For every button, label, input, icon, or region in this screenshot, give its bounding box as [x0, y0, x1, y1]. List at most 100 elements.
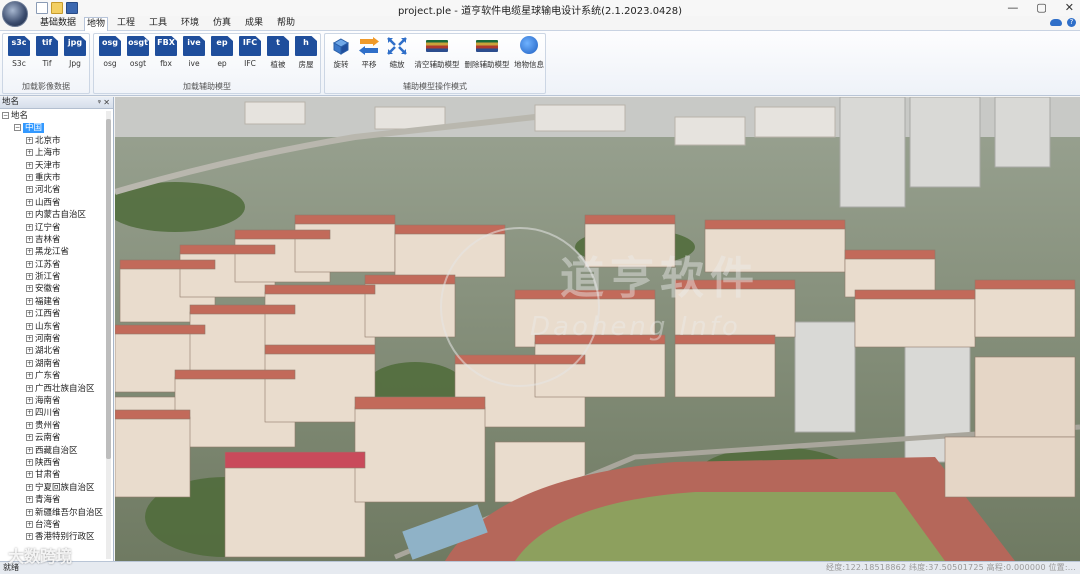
expand-icon[interactable]: + [26, 458, 33, 466]
tree-node-region[interactable]: + 青海省 [0, 494, 106, 506]
tree-node-region[interactable]: + 山西省 [0, 197, 106, 209]
expand-icon[interactable]: + [26, 186, 33, 194]
expand-icon[interactable]: + [26, 434, 33, 442]
expand-icon[interactable]: + [26, 446, 33, 454]
cloud-icon[interactable] [1050, 19, 1062, 26]
tree-node-region[interactable]: + 四川省 [0, 407, 106, 419]
help-icon[interactable]: ? [1067, 18, 1076, 27]
load-ep-button[interactable]: ep ep [208, 36, 236, 70]
feature-info-button[interactable]: 地物信息 [513, 36, 545, 70]
expand-icon[interactable]: + [26, 372, 33, 380]
expand-icon[interactable]: + [26, 520, 33, 528]
tree-node-region[interactable]: + 甘肃省 [0, 469, 106, 481]
tree-node-region[interactable]: + 香港特别行政区 [0, 531, 106, 543]
tree-node-region[interactable]: + 河南省 [0, 333, 106, 345]
expand-icon[interactable]: + [26, 533, 33, 541]
clear-models-button[interactable]: 清空辅助模型 [413, 36, 461, 70]
load-vegetation-button[interactable]: t 植被 [264, 36, 292, 70]
3d-viewport[interactable]: 道亨软件 Daoheng Info [115, 97, 1080, 561]
tree-node-region[interactable]: + 云南省 [0, 432, 106, 444]
tab-results[interactable]: 成果 [240, 17, 268, 31]
tree-node-region[interactable]: + 新疆维吾尔自治区 [0, 507, 106, 519]
tree-node-region[interactable]: + 上海市 [0, 147, 106, 159]
load-ifc-button[interactable]: IFC IFC [236, 36, 264, 70]
delete-model-button[interactable]: 删除辅助模型 [463, 36, 511, 70]
tree-node-region[interactable]: + 内蒙古自治区 [0, 209, 106, 221]
collapse-icon[interactable]: − [14, 124, 21, 132]
expand-icon[interactable]: + [26, 149, 33, 157]
tree-node-region[interactable]: + 陕西省 [0, 457, 106, 469]
tree-node-region[interactable]: + 河北省 [0, 184, 106, 196]
load-house-button[interactable]: h 房屋 [292, 36, 320, 70]
tree-node-region[interactable]: + 宁夏回族自治区 [0, 482, 106, 494]
tree-node-region[interactable]: + 江苏省 [0, 259, 106, 271]
tab-features[interactable]: 地物 [84, 17, 108, 32]
collapse-icon[interactable]: − [2, 112, 9, 119]
expand-icon[interactable]: + [26, 310, 33, 318]
scale-button[interactable]: 缩放 [383, 36, 411, 70]
expand-icon[interactable]: + [26, 260, 33, 268]
expand-icon[interactable]: + [26, 347, 33, 355]
expand-icon[interactable]: + [26, 173, 33, 181]
expand-icon[interactable]: + [26, 297, 33, 305]
tree-scrollbar-thumb[interactable] [106, 119, 111, 459]
tree-node-region[interactable]: + 山东省 [0, 321, 106, 333]
pin-icon[interactable]: ᵠ [98, 97, 101, 108]
tree-node-region[interactable]: + 广东省 [0, 370, 106, 382]
tree-node-region[interactable]: + 辽宁省 [0, 222, 106, 234]
expand-icon[interactable]: + [26, 421, 33, 429]
tree-node-china[interactable]: − 中国 [0, 122, 106, 134]
expand-icon[interactable]: + [26, 136, 33, 144]
tree-node-region[interactable]: + 台湾省 [0, 519, 106, 531]
load-jpg-button[interactable]: jpg Jpg [61, 36, 89, 70]
tree-node-region[interactable]: + 北京市 [0, 135, 106, 147]
load-s3c-button[interactable]: s3c S3c [5, 36, 33, 70]
load-osg-button[interactable]: osg osg [96, 36, 124, 70]
expand-icon[interactable]: + [26, 471, 33, 479]
rotate-button[interactable]: 旋转 [327, 36, 355, 70]
app-menu-button[interactable] [2, 1, 28, 27]
expand-icon[interactable]: + [26, 508, 33, 516]
expand-icon[interactable]: + [26, 384, 33, 392]
tree-node-region[interactable]: + 浙江省 [0, 271, 106, 283]
minimize-button[interactable]: — [1007, 1, 1018, 14]
expand-icon[interactable]: + [26, 273, 33, 281]
tree-node-region[interactable]: + 江西省 [0, 308, 106, 320]
expand-icon[interactable]: + [26, 211, 33, 219]
close-button[interactable]: ✕ [1065, 1, 1074, 14]
expand-icon[interactable]: + [26, 198, 33, 206]
tab-basic-data[interactable]: 基础数据 [36, 17, 80, 31]
expand-icon[interactable]: + [26, 359, 33, 367]
expand-icon[interactable]: + [26, 335, 33, 343]
load-fbx-button[interactable]: FBX fbx [152, 36, 180, 70]
tree-node-region[interactable]: + 湖南省 [0, 358, 106, 370]
tree-node-region[interactable]: + 吉林省 [0, 234, 106, 246]
load-ive-button[interactable]: ive ive [180, 36, 208, 70]
tab-environment[interactable]: 环境 [176, 17, 204, 31]
tree-node-region[interactable]: + 黑龙江省 [0, 246, 106, 258]
tree-node-region[interactable]: + 广西壮族自治区 [0, 383, 106, 395]
tree-root[interactable]: − 地名 [0, 110, 106, 122]
expand-icon[interactable]: + [26, 409, 33, 417]
expand-icon[interactable]: + [26, 248, 33, 256]
tab-help[interactable]: 帮助 [272, 17, 300, 31]
tree-node-region[interactable]: + 天津市 [0, 160, 106, 172]
tab-project[interactable]: 工程 [112, 17, 140, 31]
tree-node-region[interactable]: + 重庆市 [0, 172, 106, 184]
expand-icon[interactable]: + [26, 396, 33, 404]
expand-icon[interactable]: + [26, 322, 33, 330]
expand-icon[interactable]: + [26, 223, 33, 231]
load-tif-button[interactable]: tif Tif [33, 36, 61, 70]
tree-node-region[interactable]: + 安徽省 [0, 283, 106, 295]
expand-icon[interactable]: + [26, 235, 33, 243]
tree-node-region[interactable]: + 福建省 [0, 296, 106, 308]
tree-node-region[interactable]: + 西藏自治区 [0, 445, 106, 457]
expand-icon[interactable]: + [26, 496, 33, 504]
maximize-button[interactable]: ▢ [1036, 1, 1046, 14]
tab-tools[interactable]: 工具 [144, 17, 172, 31]
expand-icon[interactable]: + [26, 285, 33, 293]
move-button[interactable]: 平移 [355, 36, 383, 70]
tree-node-region[interactable]: + 湖北省 [0, 345, 106, 357]
expand-icon[interactable]: + [26, 483, 33, 491]
tab-simulation[interactable]: 仿真 [208, 17, 236, 31]
